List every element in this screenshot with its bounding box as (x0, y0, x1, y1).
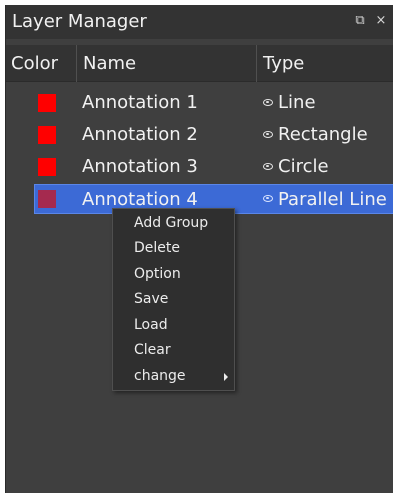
color-swatch[interactable] (38, 158, 56, 176)
table-header: Color Name Type (6, 45, 393, 82)
layer-name: Annotation 1 (82, 92, 198, 113)
layer-row[interactable]: Annotation 1 Line (6, 88, 393, 118)
panel-title: Layer Manager (12, 11, 147, 32)
menu-item-delete[interactable]: Delete (113, 236, 234, 261)
menu-item-add-group[interactable]: Add Group (113, 211, 234, 236)
color-swatch[interactable] (38, 126, 56, 144)
menu-item-load[interactable]: Load (113, 313, 234, 338)
menu-item-clear[interactable]: Clear (113, 338, 234, 363)
layer-type: Parallel Line (278, 189, 387, 210)
color-swatch[interactable] (38, 190, 56, 208)
eye-icon[interactable] (263, 131, 273, 138)
layer-manager-panel: Layer Manager ⧉ × Color Name Type Annota… (5, 5, 393, 493)
eye-icon[interactable] (263, 99, 273, 106)
layer-type: Rectangle (278, 124, 368, 145)
layer-row[interactable]: Annotation 2 Rectangle (6, 120, 393, 150)
close-icon[interactable]: × (373, 13, 389, 29)
column-header-type[interactable]: Type (256, 45, 393, 82)
layer-type: Circle (278, 156, 329, 177)
menu-item-option[interactable]: Option (113, 262, 234, 287)
menu-item-save[interactable]: Save (113, 287, 234, 312)
menu-item-change-label: change (134, 368, 186, 384)
menu-item-change[interactable]: change (113, 364, 234, 389)
eye-icon[interactable] (263, 163, 273, 170)
column-header-color[interactable]: Color (6, 45, 76, 82)
panel-titlebar[interactable]: Layer Manager ⧉ × (6, 5, 393, 39)
eye-icon[interactable] (263, 195, 273, 202)
color-swatch[interactable] (38, 94, 56, 112)
column-header-name[interactable]: Name (76, 45, 256, 82)
context-menu: Add Group Delete Option Save Load Clear … (112, 208, 235, 391)
layer-type: Line (278, 92, 316, 113)
layer-name: Annotation 2 (82, 124, 198, 145)
layer-row[interactable]: Annotation 3 Circle (6, 152, 393, 182)
layer-name: Annotation 3 (82, 156, 198, 177)
submenu-arrow-icon (224, 373, 228, 381)
restore-window-icon[interactable]: ⧉ (352, 13, 368, 29)
